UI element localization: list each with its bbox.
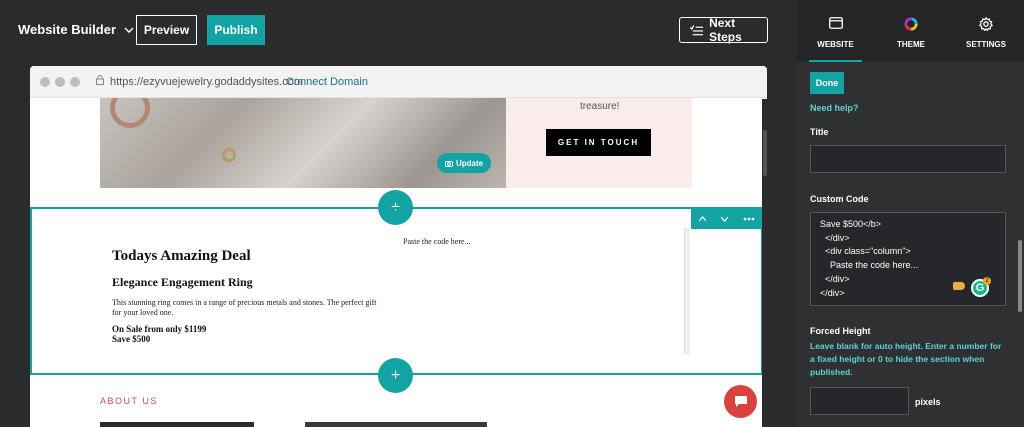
ring-shape	[110, 98, 150, 128]
connect-domain-link[interactable]: Connect Domain	[286, 76, 368, 88]
custom-code-section[interactable]	[30, 207, 763, 375]
hero-image	[100, 98, 506, 188]
deal-title: Todays Amazing Deal	[112, 248, 251, 264]
custom-code-label: Custom Code	[810, 194, 869, 204]
active-tab-indicator	[809, 60, 862, 62]
update-label: Update	[455, 158, 484, 168]
address-bar: https://ezyvuejewelry.godaddysites.com C…	[30, 66, 767, 98]
ring-shape	[222, 148, 236, 162]
code-line: Paste the code here...	[820, 260, 919, 270]
tab-settings[interactable]: SETTINGS	[959, 16, 1013, 49]
panel-tabs: WEBSITE THEME SETTINGS	[797, 0, 1024, 62]
add-section-button[interactable]: +	[378, 358, 413, 393]
tab-website-label: WEBSITE	[817, 40, 854, 49]
site-preview-frame: https://ezyvuejewelry.godaddysites.com C…	[30, 66, 767, 427]
about-us-heading: ABOUT US	[100, 396, 158, 406]
forced-height-description: Leave blank for auto height. Enter a num…	[810, 341, 1002, 377]
publish-button[interactable]: Publish	[207, 15, 265, 45]
deal-description: This stunning ring comes in a range of p…	[112, 298, 377, 317]
top-bar: Website Builder Preview Publish Next Ste…	[0, 0, 797, 62]
chevron-down-icon	[124, 26, 134, 33]
next-steps-button[interactable]: Next Steps	[679, 16, 768, 44]
preview-button[interactable]: Preview	[136, 15, 197, 45]
tab-settings-label: SETTINGS	[965, 40, 1006, 49]
need-help-link[interactable]: Need help?	[810, 103, 859, 113]
hero-text: treasure!	[580, 101, 620, 112]
checklist-icon	[690, 24, 704, 35]
hand-pointer-icon	[953, 282, 965, 290]
code-line: </div>	[820, 288, 845, 298]
code-line: </div>	[820, 274, 850, 284]
get-in-touch-button[interactable]: GET IN TOUCH	[546, 129, 651, 156]
more-options-icon[interactable]	[743, 217, 755, 221]
website-builder-menu[interactable]: Website Builder	[18, 22, 134, 37]
sale-price: On Sale from only $1199	[112, 324, 207, 334]
camera-icon	[444, 160, 453, 167]
code-line: Save $500</b>	[820, 219, 882, 229]
title-input[interactable]	[810, 145, 1006, 173]
chat-icon	[734, 396, 747, 407]
window-dot-icon	[55, 77, 65, 87]
theme-ring-icon	[904, 17, 918, 31]
chevron-up-icon[interactable]	[698, 215, 707, 222]
chat-button[interactable]	[724, 385, 757, 418]
about-image	[100, 422, 254, 427]
section-controls	[691, 208, 762, 229]
tab-website[interactable]: WEBSITE	[809, 17, 862, 49]
about-image	[305, 422, 487, 427]
code-line: </div>	[820, 233, 850, 243]
browser-icon	[828, 17, 843, 29]
site-url: https://ezyvuejewelry.godaddysites.com	[110, 76, 303, 88]
window-dot-icon	[40, 77, 50, 87]
tab-theme-label: THEME	[897, 40, 925, 49]
preview-scrollbar-thumb[interactable]	[763, 130, 767, 176]
lock-icon	[96, 75, 104, 85]
next-steps-label: Next Steps	[709, 16, 742, 44]
gear-icon	[978, 16, 994, 32]
window-dot-icon	[70, 77, 80, 87]
paste-code-placeholder: Paste the code here...	[403, 237, 471, 246]
brand-label: Website Builder	[18, 22, 117, 37]
update-image-button[interactable]: Update	[437, 153, 491, 173]
deal-sale: On Sale from only $1199 Save $500	[112, 324, 206, 344]
forced-height-label: Forced Height	[810, 326, 871, 336]
deal-subtitle: Elegance Engagement Ring	[112, 275, 253, 289]
panel-scrollbar[interactable]	[1018, 240, 1022, 312]
title-label: Title	[810, 127, 829, 137]
pixels-label: pixels	[915, 397, 941, 407]
done-button[interactable]: Done	[810, 72, 844, 94]
sale-savings: Save $500	[112, 334, 151, 344]
grammarly-count-badge: 2	[983, 277, 991, 285]
forced-height-input[interactable]	[810, 387, 909, 415]
embed-scrollbar[interactable]	[684, 228, 690, 354]
code-line: <div class="column">	[820, 246, 911, 256]
tab-theme[interactable]: THEME	[885, 17, 937, 49]
plus-icon: +	[390, 366, 401, 384]
chevron-down-icon[interactable]	[720, 216, 729, 222]
